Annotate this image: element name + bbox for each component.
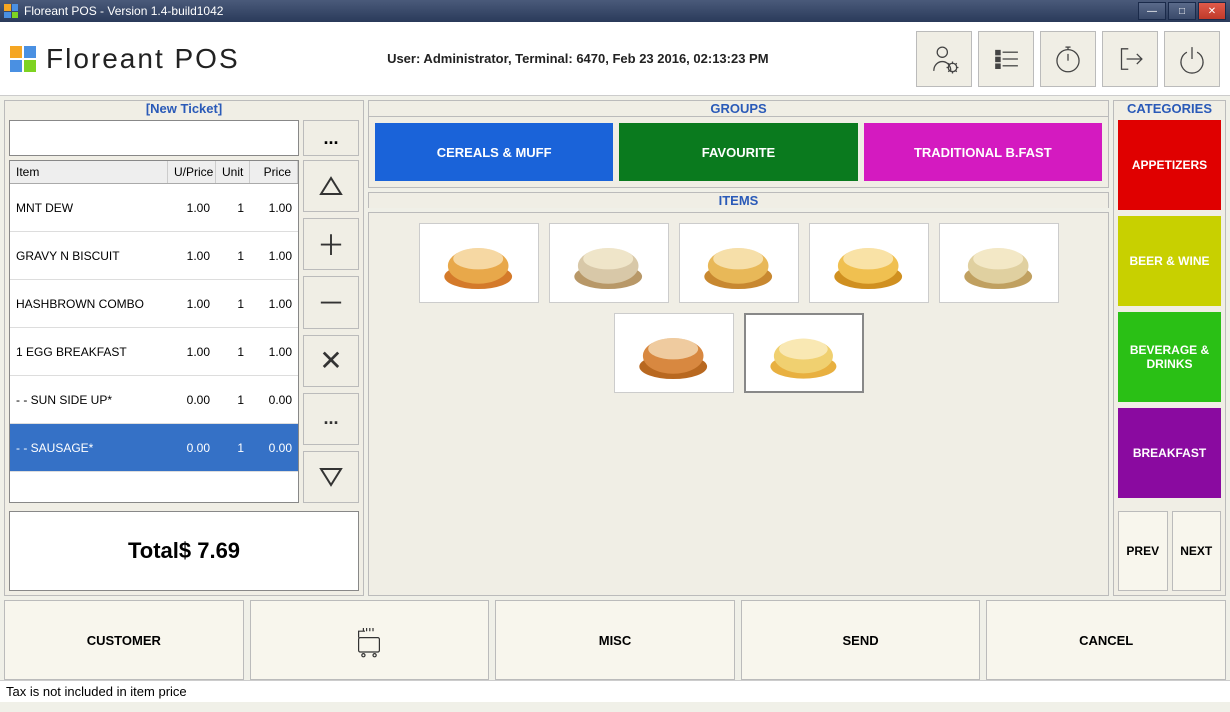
items-label: ITEMS: [368, 192, 1109, 208]
status-bar: Tax is not included in item price: [0, 680, 1230, 702]
ticket-grid: Item U/Price Unit Price MNT DEW1.0011.00…: [9, 160, 299, 503]
ticket-grid-header: Item U/Price Unit Price: [10, 161, 298, 184]
categories-label: CATEGORIES: [1114, 101, 1225, 116]
food-image: [561, 232, 655, 294]
categories-panel: CATEGORIES APPETIZERSBEER & WINEBEVERAGE…: [1113, 100, 1226, 596]
food-image: [626, 322, 720, 384]
categories-prev-button[interactable]: PREV: [1118, 511, 1168, 591]
customer-button[interactable]: CUSTOMER: [4, 600, 244, 680]
item-6[interactable]: [614, 313, 734, 393]
ticket-row[interactable]: - - SUN SIDE UP*0.0010.00: [10, 376, 298, 424]
ticket-total: Total$ 7.69: [9, 511, 359, 591]
ticket-search-input[interactable]: [9, 120, 299, 156]
groups-label: GROUPS: [368, 100, 1109, 116]
food-image: [691, 232, 785, 294]
ticket-row[interactable]: HASHBROWN COMBO1.0011.00: [10, 280, 298, 328]
window-minimize-button[interactable]: —: [1138, 2, 1166, 20]
ticket-label: [New Ticket]: [5, 101, 363, 116]
remove-button[interactable]: ✕: [303, 335, 359, 387]
list-button[interactable]: [978, 31, 1034, 87]
scroll-up-button[interactable]: [303, 160, 359, 212]
user-settings-button[interactable]: [916, 31, 972, 87]
ticket-row[interactable]: 1 EGG BREAKFAST1.0011.00: [10, 328, 298, 376]
food-image: [951, 232, 1045, 294]
app-header: Floreant POS User: Administrator, Termin…: [0, 22, 1230, 96]
item-5[interactable]: [939, 223, 1059, 303]
group-button[interactable]: FAVOURITE: [619, 123, 857, 181]
item-4[interactable]: [809, 223, 929, 303]
misc-button[interactable]: MISC: [495, 600, 735, 680]
subtract-button[interactable]: －: [303, 276, 359, 328]
food-image: [821, 232, 915, 294]
window-title: Floreant POS - Version 1.4-build1042: [24, 4, 1136, 18]
category-button[interactable]: BEVERAGE & DRINKS: [1118, 312, 1221, 402]
window-titlebar: Floreant POS - Version 1.4-build1042 — □…: [0, 0, 1230, 22]
brand-text: Floreant POS: [46, 43, 240, 75]
cart-icon: [349, 620, 389, 660]
stopwatch-icon: [1051, 42, 1085, 76]
ticket-panel: [New Ticket] ... Item U/Price Unit Price: [4, 100, 364, 596]
user-info: User: Administrator, Terminal: 6470, Feb…: [240, 51, 916, 66]
send-button[interactable]: SEND: [741, 600, 981, 680]
logout-button[interactable]: [1102, 31, 1158, 87]
item-7[interactable]: [744, 313, 864, 393]
food-image: [757, 323, 850, 384]
ticket-ellipsis-button[interactable]: ...: [303, 120, 359, 156]
window-close-button[interactable]: ✕: [1198, 2, 1226, 20]
ticket-row[interactable]: MNT DEW1.0011.00: [10, 184, 298, 232]
triangle-up-icon: [317, 172, 345, 200]
item-2[interactable]: [549, 223, 669, 303]
items-panel: [368, 212, 1109, 596]
app-icon: [4, 4, 18, 18]
window-maximize-button[interactable]: □: [1168, 2, 1196, 20]
category-button[interactable]: APPETIZERS: [1118, 120, 1221, 210]
ticket-row[interactable]: GRAVY N BISCUIT1.0011.00: [10, 232, 298, 280]
cart-button[interactable]: [250, 600, 490, 680]
triangle-down-icon: [317, 463, 345, 491]
group-button[interactable]: TRADITIONAL B.FAST: [864, 123, 1102, 181]
group-button[interactable]: CEREALS & MUFF: [375, 123, 613, 181]
item-3[interactable]: [679, 223, 799, 303]
power-button[interactable]: [1164, 31, 1220, 87]
add-button[interactable]: ＋: [303, 218, 359, 270]
category-button[interactable]: BREAKFAST: [1118, 408, 1221, 498]
user-gear-icon: [927, 42, 961, 76]
more-button[interactable]: ...: [303, 393, 359, 445]
category-button[interactable]: BEER & WINE: [1118, 216, 1221, 306]
brand-icon: [10, 46, 36, 72]
logout-icon: [1113, 42, 1147, 76]
cancel-button[interactable]: CANCEL: [986, 600, 1226, 680]
list-icon: [989, 42, 1023, 76]
power-icon: [1175, 42, 1209, 76]
clock-button[interactable]: [1040, 31, 1096, 87]
groups-panel: CEREALS & MUFFFAVOURITETRADITIONAL B.FAS…: [368, 116, 1109, 188]
food-image: [431, 232, 525, 294]
scroll-down-button[interactable]: [303, 451, 359, 503]
ticket-row[interactable]: - - SAUSAGE*0.0010.00: [10, 424, 298, 472]
brand-logo: Floreant POS: [10, 43, 240, 75]
item-1[interactable]: [419, 223, 539, 303]
categories-next-button[interactable]: NEXT: [1172, 511, 1222, 591]
